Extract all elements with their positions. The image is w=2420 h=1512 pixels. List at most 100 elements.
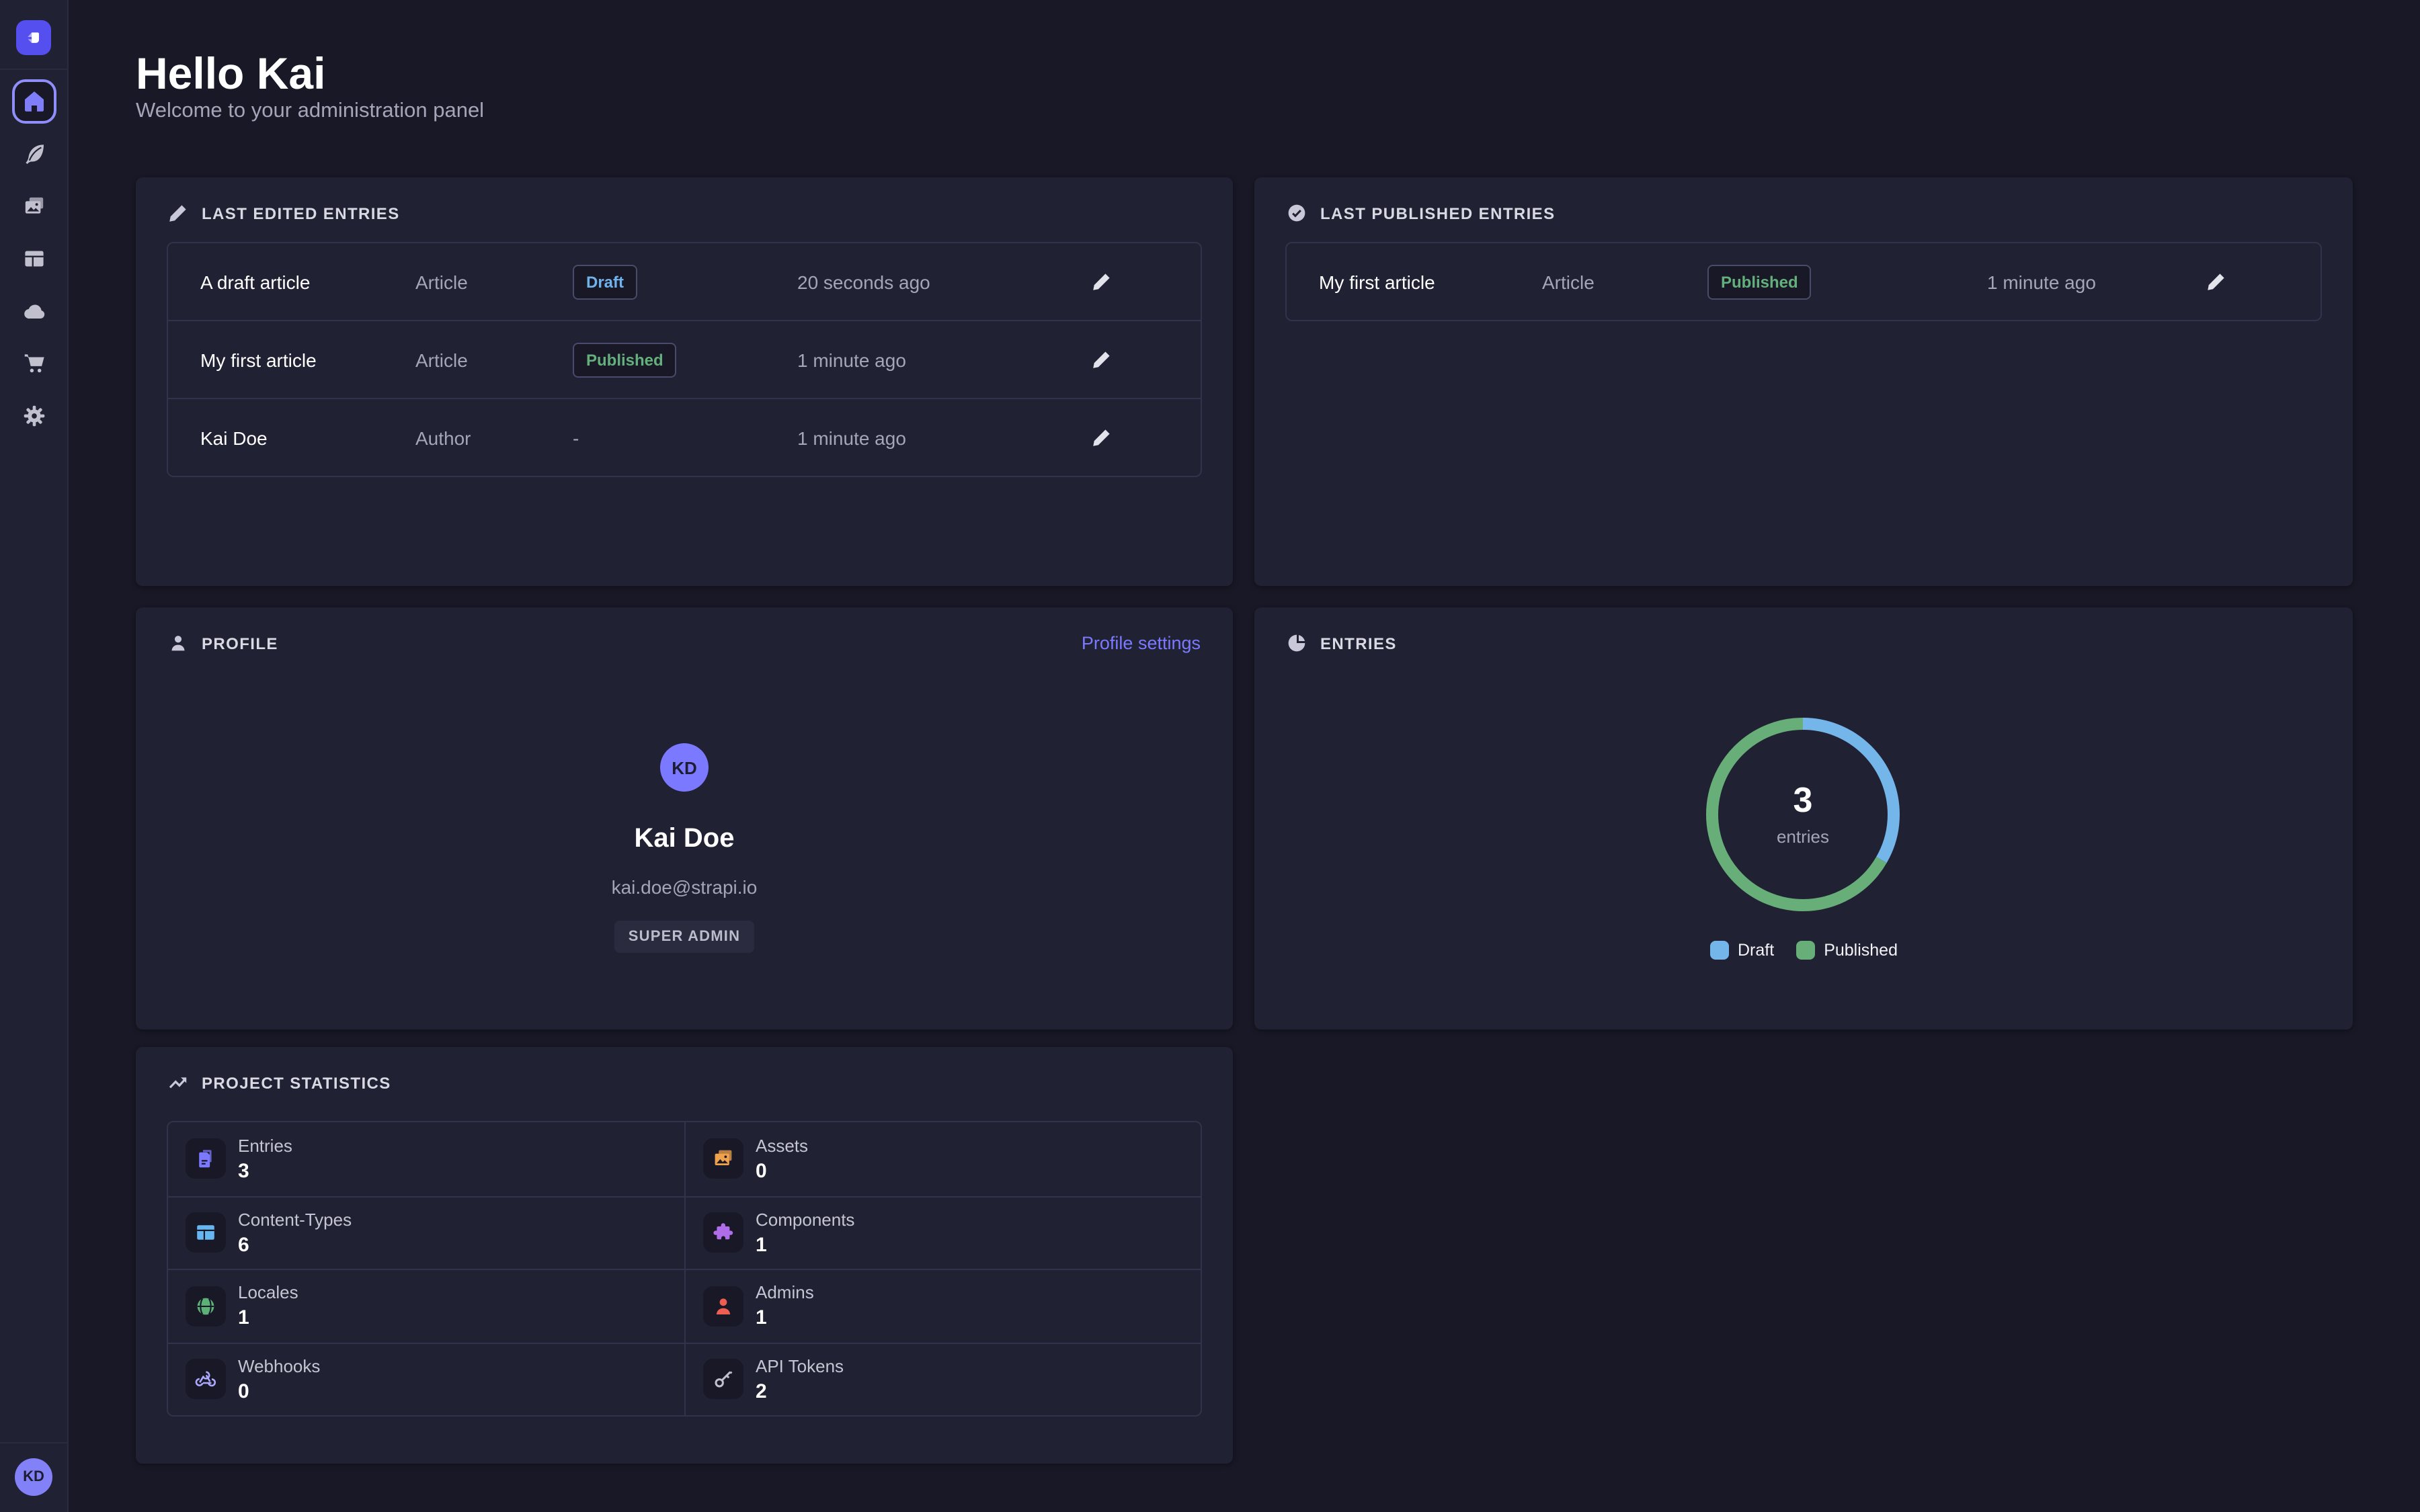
legend-swatch: [1796, 941, 1814, 960]
panel-last-published-entries: LAST PUBLISHED ENTRIES My first articleA…: [1254, 177, 2353, 586]
profile-name: Kai Doe: [635, 824, 735, 855]
panel-entries-label: ENTRIES: [1320, 634, 1397, 653]
sidebar-item-deploy[interactable]: [11, 289, 56, 333]
table-row: A draft articleArticleDraft20 seconds ag…: [168, 243, 1201, 320]
puzzle-icon: [703, 1213, 743, 1253]
page-title: Hello Kai: [136, 48, 325, 99]
sidebar-item-marketplace[interactable]: [11, 341, 56, 386]
panel-last-edited-label: LAST EDITED ENTRIES: [202, 204, 400, 222]
stat-value: 0: [238, 1380, 320, 1403]
entry-type: Author: [415, 427, 573, 448]
sidebar-item-content-manager[interactable]: [11, 132, 56, 176]
media-library-icon: [22, 195, 45, 218]
entry-timestamp: 1 minute ago: [797, 349, 1086, 370]
pencil-icon: [2206, 271, 2226, 292]
strapi-logo[interactable]: [16, 20, 51, 55]
entry-type: Article: [1542, 271, 1707, 292]
panel-profile: PROFILE Profile settings KD Kai Doe kai.…: [136, 607, 1233, 1030]
stat-label: Entries: [238, 1136, 292, 1156]
stat-item: Admins1: [684, 1269, 1201, 1342]
table-row: My first articleArticlePublished 1 minute…: [1287, 243, 2321, 320]
stat-value: 1: [756, 1234, 854, 1257]
status-badge: Published: [1707, 264, 1812, 299]
gear-icon: [22, 405, 45, 427]
stat-label: Components: [756, 1210, 854, 1230]
pie-chart-icon: [1287, 633, 1307, 653]
status-badge: Draft: [573, 264, 637, 299]
entry-name: A draft article: [200, 271, 415, 292]
stat-value: 6: [238, 1234, 352, 1257]
panel-entries-title: ENTRIES: [1287, 633, 1397, 653]
panel-last-edited-title: LAST EDITED ENTRIES: [168, 203, 400, 223]
last-published-table: My first articleArticlePublished 1 minute…: [1285, 242, 2322, 321]
profile-settings-link[interactable]: Profile settings: [1082, 633, 1201, 653]
panel-last-published-title: LAST PUBLISHED ENTRIES: [1287, 203, 1556, 223]
pencil-icon: [1092, 349, 1112, 370]
legend-swatch: [1709, 941, 1728, 960]
stat-value: 0: [756, 1160, 808, 1183]
edit-entry-button[interactable]: [2201, 266, 2232, 297]
table-row: My first articleArticlePublished1 minute…: [168, 320, 1201, 398]
panel-statistics-title: PROJECT STATISTICS: [168, 1073, 391, 1093]
stat-item: Locales 1: [168, 1269, 684, 1342]
user-icon: [703, 1286, 743, 1327]
project-statistics-grid: Entries3Assets0Content-Types6Components1…: [167, 1121, 1202, 1417]
panel-entries: ENTRIES 3 entries DraftPublished: [1254, 607, 2353, 1030]
file-icon: [186, 1139, 226, 1179]
sidebar-nav: [0, 79, 67, 438]
webhook-icon: [186, 1359, 226, 1400]
sidebar-item-home[interactable]: [11, 79, 56, 124]
stat-label: Admins: [756, 1283, 814, 1303]
table-row: Kai DoeAuthor-1 minute ago: [168, 398, 1201, 476]
cloud-icon: [22, 300, 45, 323]
panel-statistics-label: PROJECT STATISTICS: [202, 1073, 391, 1092]
user-avatar[interactable]: KD: [15, 1458, 52, 1496]
donut-svg: [1694, 706, 1912, 923]
stat-label: API Tokens: [756, 1356, 844, 1376]
stat-value: 2: [756, 1380, 844, 1403]
last-edited-table: A draft articleArticleDraft20 seconds ag…: [167, 242, 1202, 477]
profile-avatar: KD: [660, 743, 709, 792]
stat-item: Assets 0: [684, 1122, 1201, 1195]
edit-entry-button[interactable]: [1086, 266, 1117, 297]
panel-project-statistics: PROJECT STATISTICS Entries3Assets0Conten…: [136, 1047, 1233, 1464]
legend-label: Draft: [1738, 941, 1774, 960]
profile-email: kai.doe@strapi.io: [612, 876, 758, 898]
sidebar-divider-top: [0, 69, 67, 70]
stat-label: Assets: [756, 1136, 808, 1156]
stat-item: Entries3: [168, 1122, 684, 1195]
panel-last-edited-entries: LAST EDITED ENTRIES A draft articleArtic…: [136, 177, 1233, 586]
stat-value: 1: [238, 1307, 298, 1330]
edit-entry-button[interactable]: [1086, 344, 1117, 375]
layout-icon: [22, 247, 45, 270]
stat-label: Locales: [238, 1283, 298, 1303]
person-icon: [168, 633, 188, 653]
stat-item: Webhooks0: [168, 1342, 684, 1415]
chart-legend: Draft Published: [1254, 941, 2353, 960]
layout-icon: [186, 1213, 226, 1253]
pencil-icon: [168, 203, 188, 223]
entry-type: Article: [415, 349, 573, 370]
trending-up-icon: [168, 1073, 188, 1093]
images-icon: [703, 1139, 743, 1179]
edit-entry-button[interactable]: [1086, 422, 1117, 453]
sidebar-item-media-library[interactable]: [11, 184, 56, 228]
stat-item: Components 1: [684, 1195, 1201, 1269]
key-icon: [703, 1359, 743, 1400]
sidebar-item-settings[interactable]: [11, 394, 56, 438]
check-circle-icon: [1287, 203, 1307, 223]
feather-icon: [22, 142, 45, 165]
entry-name: My first article: [1319, 271, 1542, 292]
entry-timestamp: 1 minute ago: [1987, 271, 2201, 292]
strapi-logo-icon: [23, 27, 44, 48]
legend-item-published: Published: [1796, 941, 1898, 960]
stat-item: API Tokens 2: [684, 1342, 1201, 1415]
sidebar-item-content-type-builder[interactable]: [11, 237, 56, 281]
strapi-dashboard: KD Hello Kai Welcome to your administrat…: [0, 0, 2420, 1512]
legend-item-draft: Draft: [1709, 941, 1774, 960]
sidebar-divider-bottom: [0, 1442, 67, 1443]
cart-icon: [22, 352, 45, 375]
profile-body: KD Kai Doe kai.doe@strapi.io SUPER ADMIN: [136, 743, 1233, 953]
entry-name: My first article: [200, 349, 415, 370]
panel-profile-title: PROFILE: [168, 633, 278, 653]
